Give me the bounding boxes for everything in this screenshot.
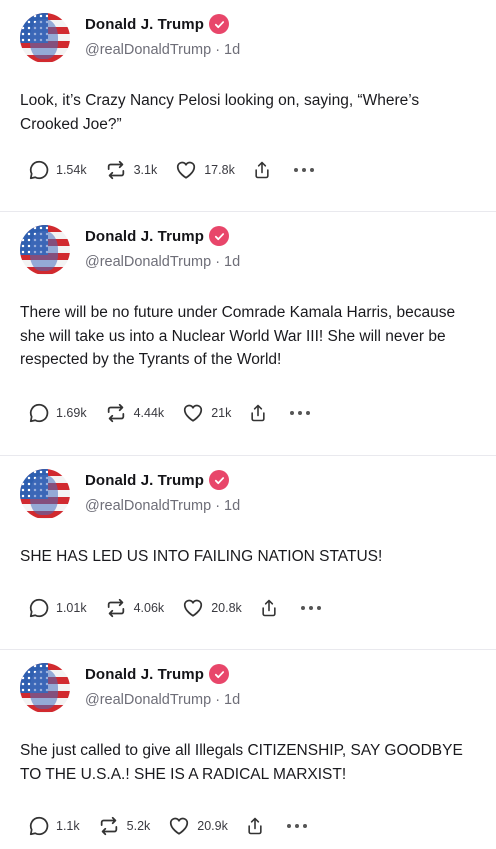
like-button[interactable]: 17.8k <box>174 159 235 181</box>
share-button[interactable] <box>245 815 265 837</box>
author-handle[interactable]: @realDonaldTrump <box>85 692 211 708</box>
reply-count: 1.01k <box>56 601 87 615</box>
post[interactable]: Donald J. Trump @realDonaldTrump · 1d SHE … <box>0 456 496 650</box>
author-line: Donald J. Trump <box>85 664 230 684</box>
author-handle[interactable]: @realDonaldTrump <box>85 254 211 270</box>
reply-icon <box>29 403 49 423</box>
reply-button[interactable]: 1.01k <box>28 597 87 619</box>
more-icon[interactable] <box>300 606 325 610</box>
post-text: There will be no future under Comrade Ka… <box>20 304 456 368</box>
retruth-count: 3.1k <box>133 163 158 177</box>
post-time[interactable]: 1d <box>224 692 240 708</box>
like-count: 20.8k <box>211 601 242 615</box>
more-icon[interactable] <box>293 168 318 172</box>
reply-button[interactable]: 1.1k <box>28 815 80 837</box>
retruth-count: 4.06k <box>133 601 165 615</box>
post-time[interactable]: 1d <box>224 498 240 514</box>
action-bar: 1.54k 3.1k 17.8k <box>28 159 476 181</box>
post-text: Look, it’s Crazy Nancy Pelosi looking on… <box>20 92 420 133</box>
retruth-icon <box>107 403 124 423</box>
post-time[interactable]: 1d <box>224 254 240 270</box>
share-icon <box>251 404 265 422</box>
heart-icon <box>170 817 189 835</box>
share-icon <box>262 599 276 617</box>
post-text: She just called to give all Illegals CIT… <box>20 742 463 783</box>
retruth-count: 4.44k <box>133 406 165 420</box>
avatar[interactable] <box>20 225 70 275</box>
retruth-button[interactable]: 4.06k <box>104 597 165 619</box>
heart-icon <box>184 599 203 617</box>
like-button[interactable]: 20.9k <box>167 815 228 837</box>
share-icon <box>255 161 269 179</box>
author-handle[interactable]: @realDonaldTrump <box>85 498 211 514</box>
heart-icon <box>184 404 203 422</box>
handle-line: @realDonaldTrump · 1d <box>85 42 241 58</box>
post[interactable]: Donald J. Trump @realDonaldTrump · 1d She … <box>0 650 496 849</box>
share-button[interactable] <box>259 597 279 619</box>
verified-icon <box>209 14 230 34</box>
heart-icon <box>177 161 196 179</box>
handle-line: @realDonaldTrump · 1d <box>85 498 241 514</box>
like-button[interactable]: 20.8k <box>181 597 242 619</box>
author-name[interactable]: Donald J. Trump <box>85 472 204 489</box>
action-bar: 1.01k 4.06k 20.8k <box>28 597 476 619</box>
share-button[interactable] <box>248 402 268 424</box>
retruth-icon <box>107 598 124 618</box>
retruth-icon <box>100 816 117 836</box>
post-text: SHE HAS LED US INTO FAILING NATION STATU… <box>20 548 383 565</box>
reply-button[interactable]: 1.54k <box>28 159 87 181</box>
like-count: 17.8k <box>204 163 235 177</box>
more-icon[interactable] <box>286 824 311 828</box>
author-line: Donald J. Trump <box>85 226 230 246</box>
retruth-button[interactable]: 3.1k <box>104 159 158 181</box>
avatar[interactable] <box>20 469 70 519</box>
reply-button[interactable]: 1.69k <box>28 402 87 424</box>
reply-count: 1.69k <box>56 406 87 420</box>
like-count: 20.9k <box>197 819 228 833</box>
avatar[interactable] <box>20 663 70 713</box>
action-bar: 1.69k 4.44k 21k <box>28 402 476 424</box>
avatar[interactable] <box>20 13 70 63</box>
retruth-button[interactable]: 5.2k <box>97 815 151 837</box>
reply-icon <box>29 816 49 836</box>
retruth-button[interactable]: 4.44k <box>104 402 165 424</box>
action-bar: 1.1k 5.2k 20.9k <box>28 815 476 837</box>
handle-line: @realDonaldTrump · 1d <box>85 254 241 270</box>
author-name[interactable]: Donald J. Trump <box>85 16 204 33</box>
more-icon[interactable] <box>290 411 314 415</box>
retruth-icon <box>107 160 124 180</box>
verified-icon <box>209 226 230 246</box>
share-button[interactable] <box>252 159 272 181</box>
share-icon <box>248 817 262 835</box>
verified-icon <box>209 470 230 490</box>
post-time[interactable]: 1d <box>224 42 240 58</box>
handle-line: @realDonaldTrump · 1d <box>85 692 241 708</box>
retruth-count: 5.2k <box>126 819 151 833</box>
post[interactable]: Donald J. Trump @realDonaldTrump · 1d Look… <box>0 0 496 212</box>
reply-count: 1.1k <box>56 819 80 833</box>
author-name[interactable]: Donald J. Trump <box>85 666 204 683</box>
post[interactable]: Donald J. Trump @realDonaldTrump · 1d Ther… <box>0 212 496 456</box>
feed: Donald J. Trump @realDonaldTrump · 1d Look… <box>0 0 496 849</box>
reply-count: 1.54k <box>56 163 87 177</box>
verified-icon <box>209 664 230 684</box>
author-line: Donald J. Trump <box>85 14 230 34</box>
like-button[interactable]: 21k <box>181 402 231 424</box>
author-name[interactable]: Donald J. Trump <box>85 228 204 245</box>
reply-icon <box>29 160 49 180</box>
author-handle[interactable]: @realDonaldTrump <box>85 42 211 58</box>
reply-icon <box>29 598 49 618</box>
author-line: Donald J. Trump <box>85 470 230 490</box>
like-count: 21k <box>211 406 232 420</box>
